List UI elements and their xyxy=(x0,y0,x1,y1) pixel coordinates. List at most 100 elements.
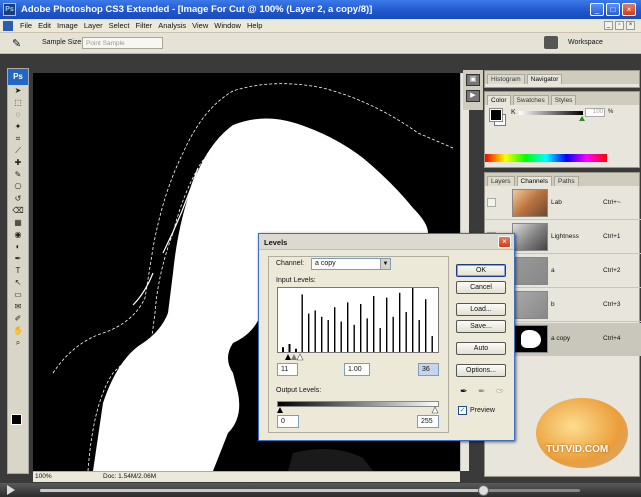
options-button[interactable]: Options... xyxy=(456,364,506,377)
path-selection-tool-icon[interactable]: ↖ xyxy=(8,277,28,289)
type-tool-icon[interactable]: T xyxy=(8,265,28,277)
doc-restore-button[interactable]: ▫ xyxy=(615,21,624,30)
k-unit: % xyxy=(608,109,614,115)
doc-minimize-button[interactable]: _ xyxy=(604,21,613,30)
load-button[interactable]: Load... xyxy=(456,303,506,316)
save-button[interactable]: Save... xyxy=(456,320,506,333)
maximize-button[interactable]: □ xyxy=(606,3,620,16)
blur-tool-icon[interactable]: ◉ xyxy=(8,229,28,241)
eyedropper-icon[interactable]: ✎ xyxy=(12,37,21,50)
histogram-bar xyxy=(282,347,284,352)
hand-tool-icon[interactable]: ✋ xyxy=(8,325,28,337)
menu-analysis[interactable]: Analysis xyxy=(158,21,186,30)
eyedropper-tool-icon[interactable]: ✐ xyxy=(8,313,28,325)
chevron-down-icon: ▼ xyxy=(380,259,390,269)
input-slider-track[interactable] xyxy=(277,353,439,361)
healing-brush-tool-icon[interactable]: ✚ xyxy=(8,157,28,169)
output-black-field[interactable]: 0 xyxy=(277,415,299,428)
sample-size-select[interactable]: Point Sample xyxy=(82,37,163,49)
notes-tool-icon[interactable]: ✉ xyxy=(8,301,28,313)
seek-handle[interactable] xyxy=(477,485,489,496)
menu-layer[interactable]: Layer xyxy=(84,21,103,30)
tab-swatches[interactable]: Swatches xyxy=(512,95,549,105)
menu-view[interactable]: View xyxy=(192,21,208,30)
dodge-tool-icon[interactable]: ◐ xyxy=(8,241,28,253)
close-button[interactable]: × xyxy=(622,3,636,16)
menu-file[interactable]: File xyxy=(20,21,32,30)
gamma-slider[interactable] xyxy=(291,354,297,360)
doc-close-button[interactable]: × xyxy=(626,21,635,30)
menu-filter[interactable]: Filter xyxy=(136,21,153,30)
tab-channels[interactable]: Channels xyxy=(516,176,552,186)
input-black-field[interactable]: 11 xyxy=(277,363,298,376)
move-tool-icon[interactable]: ➤ xyxy=(8,85,28,97)
photoshop-app-icon: Ps xyxy=(3,3,16,16)
shape-tool-icon[interactable]: ▭ xyxy=(8,289,28,301)
ok-button[interactable]: OK xyxy=(456,264,506,277)
histogram-bar xyxy=(373,296,375,352)
histogram-bar xyxy=(288,344,291,352)
clone-stamp-tool-icon[interactable]: ⎔ xyxy=(8,181,28,193)
history-brush-tool-icon[interactable]: ↺ xyxy=(8,193,28,205)
auto-button[interactable]: Auto xyxy=(456,342,506,355)
menu-help[interactable]: Help xyxy=(247,21,262,30)
magic-wand-tool-icon[interactable]: ✦ xyxy=(8,121,28,133)
channel-select[interactable]: a copy ▼ xyxy=(311,258,391,270)
menu-select[interactable]: Select xyxy=(109,21,130,30)
slice-tool-icon[interactable]: ⟋ xyxy=(8,145,28,157)
visibility-eye-icon[interactable] xyxy=(487,198,496,207)
levels-close-button[interactable]: × xyxy=(498,236,511,248)
zoom-tool-icon[interactable]: ⌕ xyxy=(8,337,28,349)
brush-tool-icon[interactable]: ✎ xyxy=(8,169,28,181)
actions-icon[interactable]: ▶ xyxy=(466,90,480,102)
white-point-slider[interactable] xyxy=(296,353,304,361)
pen-tool-icon[interactable]: ✒ xyxy=(8,253,28,265)
crop-tool-icon[interactable]: ⌗ xyxy=(8,133,28,145)
menu-image[interactable]: Image xyxy=(57,21,78,30)
output-slider-track[interactable] xyxy=(277,407,439,414)
foreground-color-swatch[interactable] xyxy=(11,414,22,425)
zoom-level[interactable]: 100% xyxy=(35,473,52,480)
channel-row[interactable]: Lab Ctrl+~ xyxy=(485,187,641,220)
channel-label: Channel: xyxy=(276,260,305,267)
tab-styles[interactable]: Styles xyxy=(550,95,577,105)
channel-thumbnail xyxy=(512,223,548,251)
tab-navigator[interactable]: Navigator xyxy=(526,74,563,84)
gradient-tool-icon[interactable]: ▦ xyxy=(8,217,28,229)
minimize-button[interactable]: _ xyxy=(590,3,604,16)
input-white-field[interactable]: 36 xyxy=(418,363,439,376)
k-slider[interactable] xyxy=(519,111,583,115)
cancel-button[interactable]: Cancel xyxy=(456,281,506,294)
seek-bar[interactable] xyxy=(40,489,580,492)
mask-shape xyxy=(521,330,541,348)
output-white-slider[interactable] xyxy=(431,407,439,414)
histogram-bar xyxy=(340,321,342,352)
gray-eyedropper-icon[interactable]: ✒ xyxy=(478,386,486,397)
k-value-field[interactable]: 100 xyxy=(585,108,605,117)
play-icon[interactable] xyxy=(7,485,15,495)
eraser-tool-icon[interactable]: ⌫ xyxy=(8,205,28,217)
input-gamma-field[interactable]: 1.00 xyxy=(344,363,370,376)
channel-shortcut: Ctrl+~ xyxy=(603,199,621,206)
color-spectrum-ramp[interactable] xyxy=(485,154,607,162)
workspace-button[interactable]: Workspace xyxy=(568,39,603,46)
menu-window[interactable]: Window xyxy=(214,21,241,30)
color-panel-foreground-swatch[interactable] xyxy=(489,108,503,122)
output-white-field[interactable]: 255 xyxy=(417,415,439,428)
sample-size-label: Sample Size: xyxy=(42,39,84,46)
marquee-tool-icon[interactable]: ⬚ xyxy=(8,97,28,109)
channel-shortcut: Ctrl+2 xyxy=(603,267,621,274)
preview-checkbox[interactable]: ✓ xyxy=(458,406,467,415)
tab-color[interactable]: Color xyxy=(487,95,511,105)
workspace-icon[interactable] xyxy=(544,36,558,49)
tab-histogram[interactable]: Histogram xyxy=(487,74,525,84)
tool-presets-icon[interactable]: ▣ xyxy=(466,74,480,86)
output-black-slider[interactable] xyxy=(277,407,283,413)
menu-edit[interactable]: Edit xyxy=(38,21,51,30)
tab-paths[interactable]: Paths xyxy=(553,176,579,186)
black-point-slider[interactable] xyxy=(285,354,291,360)
black-eyedropper-icon[interactable]: ✒ xyxy=(460,386,468,397)
white-eyedropper-icon[interactable]: ✒ xyxy=(496,386,504,397)
lasso-tool-icon[interactable]: ◌ xyxy=(8,109,28,121)
tab-layers[interactable]: Layers xyxy=(487,176,515,186)
